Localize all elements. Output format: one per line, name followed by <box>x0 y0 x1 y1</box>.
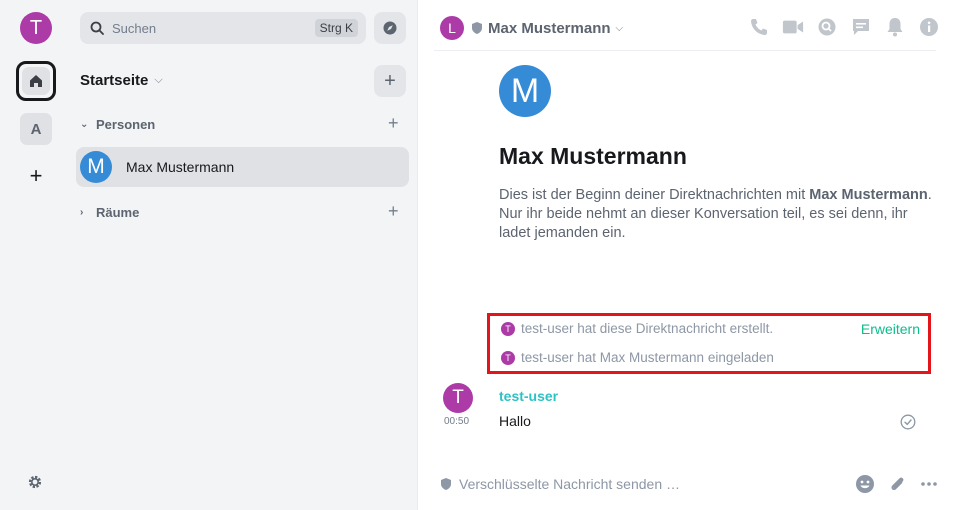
home-icon <box>30 75 42 87</box>
phone-icon[interactable] <box>748 16 770 38</box>
search-shortcut: Strg K <box>314 19 358 37</box>
room-view: L Max Mustermann ⌵ M Max Mustermann Dies… <box>418 0 958 510</box>
threads-icon[interactable] <box>816 16 838 38</box>
event-text: test-user hat diese Direktnachricht erst… <box>521 321 774 336</box>
section-rooms[interactable]: › Räume <box>80 205 139 220</box>
space-rail: T A + <box>0 0 68 510</box>
event-avatar: T <box>501 350 515 365</box>
search-button[interactable]: Suchen Strg K <box>80 12 366 44</box>
intro-avatar[interactable]: M <box>499 65 551 117</box>
message-sender[interactable]: test-user <box>499 388 558 404</box>
room-list-panel: Suchen Strg K Startseite ⌵ + ⌄ Personen … <box>68 0 418 510</box>
more-options-icon[interactable] <box>918 473 940 495</box>
user-avatar[interactable]: T <box>20 12 52 44</box>
room-item-max-mustermann[interactable]: M Max Mustermann <box>76 147 409 187</box>
event-text: test-user hat Max Mustermann eingeladen <box>521 350 774 365</box>
event-invited: T test-user hat Max Mustermann eingelade… <box>501 350 774 365</box>
shield-icon <box>441 478 451 490</box>
add-person-button[interactable]: + <box>388 113 399 134</box>
room-header[interactable]: L Max Mustermann ⌵ <box>440 16 623 40</box>
message-input[interactable]: Verschlüsselte Nachricht senden … <box>459 476 844 492</box>
compass-icon <box>383 21 397 35</box>
membership-events-group: T test-user hat diese Direktnachricht er… <box>487 313 931 374</box>
add-space-button[interactable]: + <box>24 163 48 188</box>
emoji-icon[interactable] <box>854 473 876 495</box>
info-icon[interactable] <box>918 16 940 38</box>
intro-line1-prefix: Dies ist der Beginn deiner Direktnachric… <box>499 187 810 203</box>
section-rooms-label: Räume <box>96 205 140 220</box>
read-receipt-icon[interactable] <box>900 414 916 430</box>
header-actions <box>748 16 940 38</box>
settings-icon[interactable] <box>24 471 46 493</box>
chevron-down-icon: ⌵ <box>615 22 624 34</box>
chevron-right-icon: › <box>80 207 84 218</box>
expand-events-link[interactable]: Erweitern <box>861 321 920 337</box>
home-space-button[interactable] <box>16 61 56 101</box>
search-icon <box>90 21 104 35</box>
room-header-avatar: L <box>440 16 464 40</box>
event-avatar: T <box>501 321 515 336</box>
video-icon[interactable] <box>782 16 804 38</box>
bell-icon[interactable] <box>884 16 906 38</box>
shield-icon <box>472 22 482 34</box>
section-people[interactable]: ⌄ Personen <box>80 117 155 132</box>
room-avatar: M <box>80 151 112 183</box>
message-timestamp: 00:50 <box>444 416 470 427</box>
room-name: Max Mustermann <box>126 159 235 175</box>
section-people-label: Personen <box>96 117 156 132</box>
intro-line1-suffix: . <box>927 187 932 203</box>
attachment-icon[interactable] <box>886 473 908 495</box>
intro-text: Dies ist der Beginn deiner Direktnachric… <box>499 186 939 243</box>
event-created: T test-user hat diese Direktnachricht er… <box>501 321 773 336</box>
add-room-section-button[interactable]: + <box>388 201 399 222</box>
intro-name: Max Mustermann <box>499 143 687 169</box>
sender-avatar[interactable]: T <box>443 383 473 413</box>
message-body: Hallo <box>499 413 531 429</box>
home-header[interactable]: Startseite ⌵ <box>80 72 163 89</box>
search-label: Suchen <box>112 20 157 36</box>
chevron-down-icon: ⌄ <box>80 119 89 130</box>
chat-icon[interactable] <box>850 16 872 38</box>
chevron-down-icon: ⌵ <box>154 74 163 86</box>
add-room-button[interactable]: + <box>374 65 406 97</box>
message-composer: Verschlüsselte Nachricht senden … <box>440 474 940 494</box>
intro-line1-bold: Max Mustermann <box>809 187 928 203</box>
room-title: Max Mustermann <box>488 19 611 37</box>
explore-rooms-button[interactable] <box>374 12 406 44</box>
home-title: Startseite <box>80 72 149 89</box>
header-divider <box>434 50 936 51</box>
intro-line2: Nur ihr beide nehmt an dieser Konversati… <box>499 206 908 241</box>
space-a-button[interactable]: A <box>20 113 52 145</box>
